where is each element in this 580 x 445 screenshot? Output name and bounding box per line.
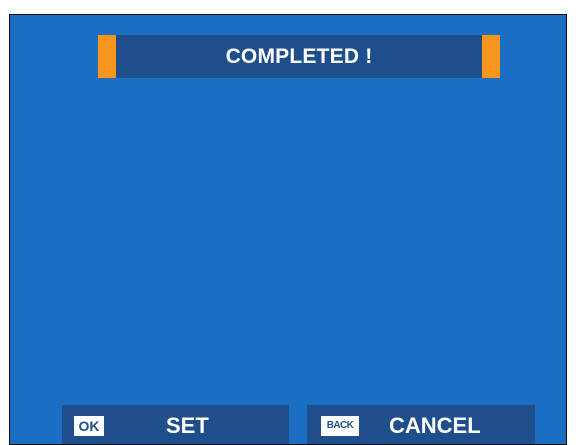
camera-menu-screen: COMPLETED ! OK SET BACK CANCEL [9,14,567,445]
title-accent-right [482,35,500,78]
set-button[interactable]: OK SET [62,405,289,444]
cancel-button[interactable]: BACK CANCEL [307,405,535,444]
title-accent-left [98,35,116,78]
ok-key-icon: OK [74,416,104,436]
back-key-icon: BACK [321,416,359,436]
status-title-bar: COMPLETED ! [98,35,500,78]
status-title: COMPLETED ! [225,45,373,68]
cancel-button-label: CANCEL [389,413,481,438]
set-button-label: SET [166,413,209,438]
